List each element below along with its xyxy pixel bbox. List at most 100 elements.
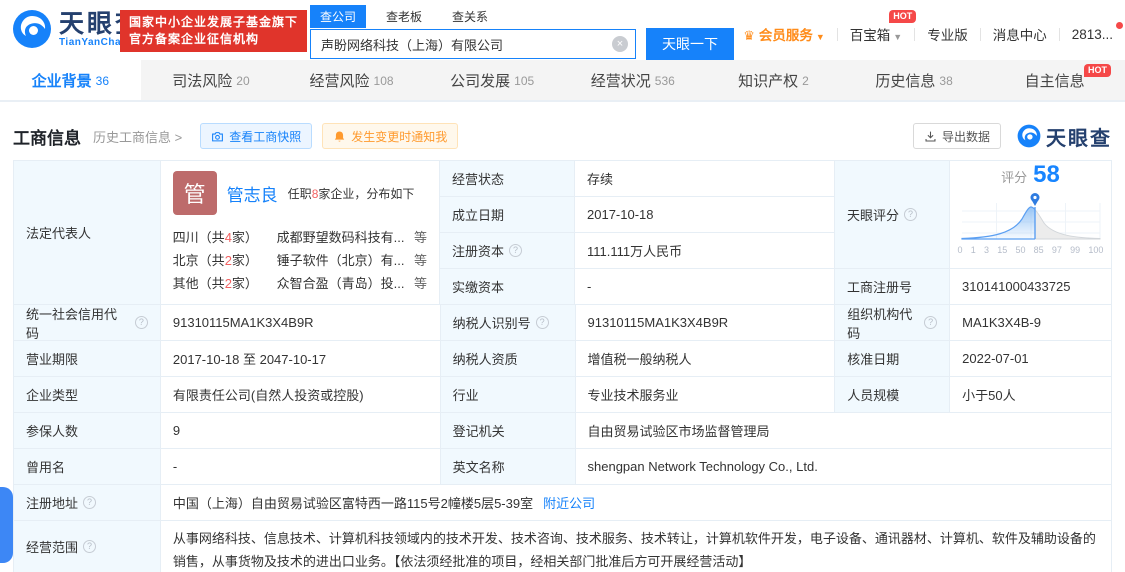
tab-count: 20 (236, 73, 250, 88)
tab-label: 公司发展 (450, 72, 511, 90)
tab-company-development[interactable]: 公司发展 105 (422, 60, 563, 100)
industry-label-cell: 行业 (440, 377, 576, 413)
score-header: 评分 58 (958, 163, 1103, 189)
address-text: 中国（上海）自由贸易试验区富特西一路115号2幢楼5层5-39室 (172, 496, 534, 511)
legal-rep-label-cell: 法定代表人 (14, 161, 161, 305)
tab-self-published-info[interactable]: 自主信息 HOT (984, 60, 1125, 100)
tab-judicial-risk[interactable]: 司法风险 20 (141, 60, 282, 100)
bell-icon (335, 130, 345, 142)
english-name-label-cell: 英文名称 (440, 449, 576, 485)
camera-icon (212, 131, 224, 141)
hot-badge: HOT (889, 10, 917, 23)
paid-capital-value-cell: - (575, 269, 835, 305)
tab-label: 自主信息 (1024, 72, 1085, 90)
taxpayer-quality-value-cell: 增值税一般纳税人 (575, 341, 836, 377)
top-bar: 天眼查 TianYanCha.com 国家中小企业发展子基金旗下 官方备案企业征… (0, 0, 1125, 60)
search-tab-relation[interactable]: 查关系 (442, 5, 498, 28)
menu-vip-services[interactable]: ♛ 会员服务 ▼ (731, 24, 837, 44)
search-block: 查公司 查老板 查关系 × 天眼一下 (310, 5, 734, 60)
tab-label: 企业背景 (31, 72, 92, 90)
established-value-cell: 2017-10-18 (575, 197, 835, 233)
history-business-info-link[interactable]: 历史工商信息 > (93, 127, 182, 146)
tab-operating-risk[interactable]: 经营风险 108 (281, 60, 422, 100)
field-label: 法定代表人 (26, 226, 92, 241)
org-code-value-cell: MA1K3X4B-9 (950, 305, 1113, 341)
menu-vip-label: 会员服务 (758, 28, 813, 43)
help-icon[interactable] (83, 540, 97, 553)
help-icon[interactable] (924, 316, 938, 329)
table-row: 曾用名 - 英文名称 shengpan Network Technology C… (14, 449, 1112, 485)
business-term-value-cell: 2017-10-18 至 2047-10-17 (160, 341, 441, 377)
notify-on-change-label: 发生变更时通知我 (351, 129, 448, 144)
tianyancha-watermark: 天眼查 (1017, 122, 1112, 151)
menu-message-center[interactable]: 消息中心 (981, 24, 1059, 44)
rep-company-link[interactable]: 成都野望数码科技有... (277, 227, 408, 246)
help-icon[interactable] (509, 244, 523, 257)
menu-toolbox[interactable]: HOT 百宝箱 ▼ (838, 10, 917, 44)
legal-rep-value-cell: 管 管志良 任职8家企业，分布如下 四川（共4家） 成都野望数码科技有... 等… (160, 161, 440, 305)
rep-company-row: 北京（共2家） 锤子软件（北京）有... 等 (173, 248, 427, 271)
tab-label: 经营状况 (590, 72, 651, 90)
clear-search-icon[interactable]: × (612, 36, 628, 52)
table-row: 参保人数 9 登记机关 自由贸易试验区市场监督管理局 (14, 413, 1112, 449)
rep-region: 北京（共2家） (172, 253, 258, 268)
tab-intellectual-property[interactable]: 知识产权 2 (703, 60, 844, 100)
help-icon[interactable] (83, 496, 97, 509)
certification-badge: 国家中小企业发展子基金旗下 官方备案企业征信机构 (120, 10, 308, 52)
watermark-brand-text: 天眼查 (1046, 127, 1112, 150)
search-tab-boss[interactable]: 查老板 (376, 5, 432, 28)
export-data-label: 导出数据 (941, 129, 990, 144)
tab-label: 历史信息 (875, 72, 936, 90)
rep-etc: 等 (413, 253, 427, 268)
score-axis-labels: 0 1 3 15 50 85 97 99 100 (957, 245, 1104, 255)
company-type-value-cell: 有限责任公司(自然人投资或控股) (160, 377, 441, 413)
taxpayer-id-value-cell: 91310115MA1K3X4B9R (575, 305, 836, 341)
nearby-companies-link[interactable]: 附近公司 (543, 493, 595, 512)
status-value-cell: 存续 (575, 161, 835, 197)
score-word: 评分 (1001, 170, 1028, 185)
tab-history-info[interactable]: 历史信息 38 (844, 60, 985, 100)
insured-count-label-cell: 参保人数 (14, 413, 161, 449)
menu-account-phone[interactable]: 2813... (1060, 21, 1125, 42)
help-icon[interactable] (904, 208, 918, 221)
hot-badge: HOT (1084, 64, 1111, 77)
credit-code-label-cell: 统一社会信用代码 (14, 305, 161, 341)
search-button[interactable]: 天眼一下 (646, 28, 734, 60)
search-input[interactable] (310, 29, 636, 59)
menu-pro-version[interactable]: 专业版 (915, 24, 980, 44)
rep-company-link[interactable]: 锤子软件（北京）有... (277, 250, 408, 269)
score-distribution-chart (960, 193, 1100, 240)
view-snapshot-button[interactable]: 查看工商快照 (200, 123, 313, 149)
tianyancha-company-page: 天眼查 TianYanCha.com 国家中小企业发展子基金旗下 官方备案企业征… (0, 0, 1125, 572)
former-name-value-cell: - (160, 449, 441, 485)
tab-count: 36 (95, 73, 109, 88)
reg-capital-label-cell: 注册资本 (440, 233, 575, 269)
help-icon[interactable] (535, 316, 549, 329)
table-row: 法定代表人 管 管志良 任职8家企业，分布如下 四川（共4家） 成都野望数码科技… (14, 161, 1112, 305)
top-menu: ♛ 会员服务 ▼ HOT 百宝箱 ▼ 专业版 消息中心 2813... (731, 10, 1125, 44)
org-code-label-cell: 组织机构代码 (835, 305, 951, 341)
search-input-wrap: × (310, 29, 636, 59)
tab-operating-status[interactable]: 经营状况 536 (563, 60, 704, 100)
tab-count: 2 (802, 73, 809, 88)
search-tab-company[interactable]: 查公司 (310, 5, 367, 28)
business-info-section-header: 工商信息 历史工商信息 > 查看工商快照 发生变更时通知我 导出数据 天眼查 (13, 114, 1112, 158)
approval-date-label-cell: 核准日期 (835, 341, 951, 377)
export-data-button[interactable]: 导出数据 (912, 123, 1001, 149)
rep-company-link[interactable]: 众智合盈（青岛）投... (277, 273, 408, 292)
legal-rep-name-link[interactable]: 管志良 (227, 181, 278, 206)
taxpayer-quality-label-cell: 纳税人资质 (440, 341, 576, 377)
reg-number-label-cell: 工商注册号 (835, 269, 950, 305)
table-row: 营业期限 2017-10-18 至 2047-10-17 纳税人资质 增值税一般… (14, 341, 1113, 377)
tab-company-background[interactable]: 企业背景 36 (0, 60, 141, 100)
notify-on-change-button[interactable]: 发生变更时通知我 (322, 123, 459, 149)
floating-side-widget[interactable] (0, 487, 13, 563)
chevron-down-icon: ▼ (815, 32, 825, 42)
taxpayer-id-label-cell: 纳税人识别号 (440, 305, 576, 341)
business-scope-value-cell: 从事网络科技、信息技术、计算机科技领域内的技术开发、技术咨询、技术服务、技术转让… (160, 521, 1112, 572)
help-icon[interactable] (134, 316, 148, 329)
notification-dot (1116, 21, 1123, 29)
tab-count: 38 (939, 73, 953, 88)
registry-value-cell: 自由贸易试验区市场监督管理局 (575, 413, 1112, 449)
legal-rep-avatar[interactable]: 管 (172, 171, 217, 215)
